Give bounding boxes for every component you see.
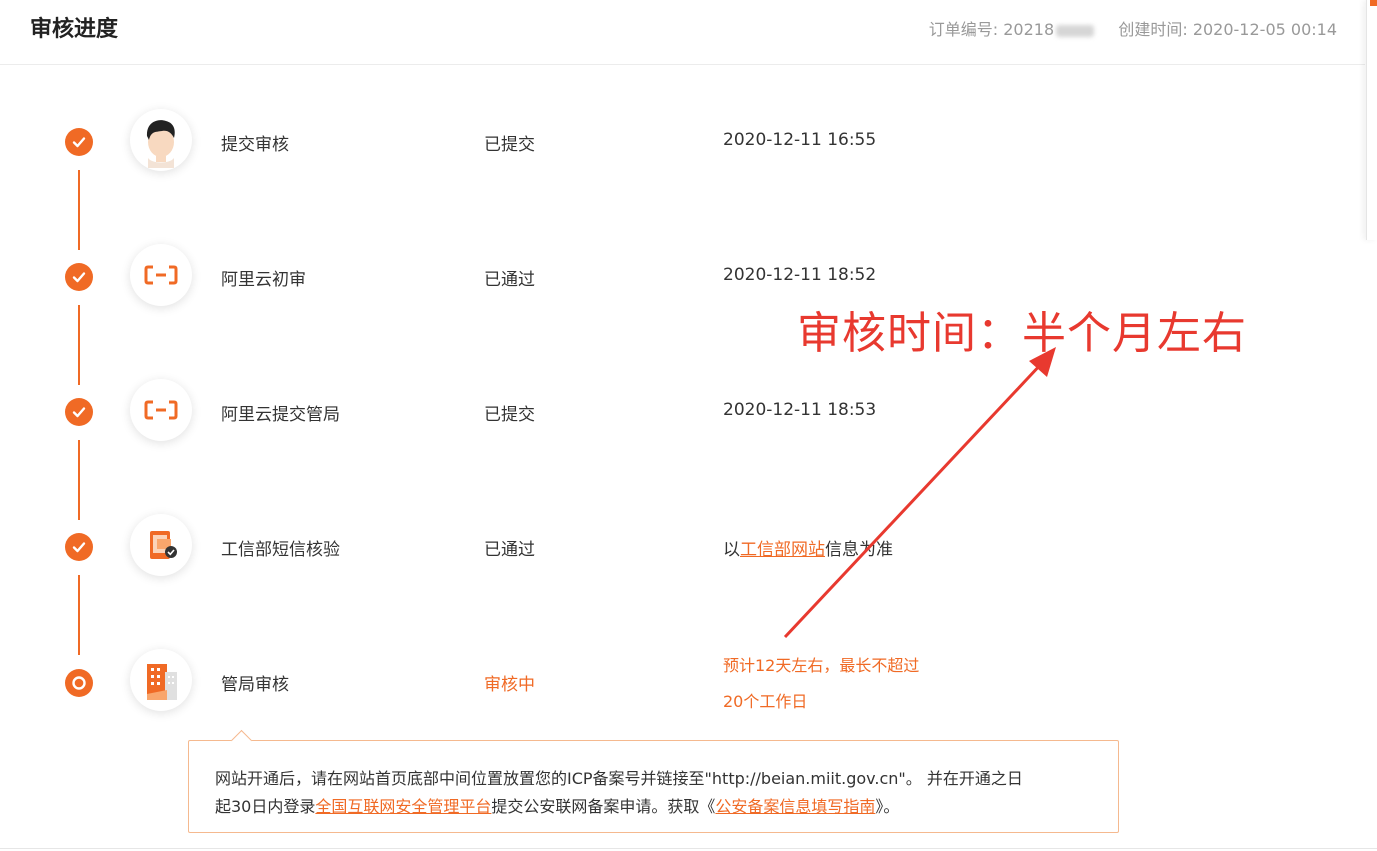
step-name: 阿里云提交管局: [221, 405, 340, 425]
step-status: 已提交: [484, 135, 535, 155]
notice-text: 》。: [875, 797, 900, 816]
order-label: 订单编号:: [928, 20, 999, 39]
timeline-connector: [78, 440, 80, 520]
step-info-prefix: 以: [723, 540, 740, 560]
timeline-connector: [78, 305, 80, 385]
miit-website-link[interactable]: 工信部网站: [740, 540, 825, 560]
user-avatar-icon: [130, 109, 192, 171]
step-time: 2020-12-11 18:52: [723, 265, 877, 285]
step-time: 2020-12-11 16:55: [723, 130, 877, 150]
timeline-connector: [78, 575, 80, 655]
step-complete-check-icon: [65, 263, 93, 291]
step-info-suffix: 信息为准: [825, 540, 893, 560]
step-status: 已通过: [484, 270, 535, 290]
annotation-arrow-icon: [783, 347, 1056, 639]
step-complete-check-icon: [65, 128, 93, 156]
side-panel-edge: [1366, 0, 1377, 240]
notice-caret: [230, 729, 253, 752]
building-icon: [130, 649, 192, 711]
sms-verify-icon: [130, 514, 192, 576]
step-in-progress-icon: [65, 669, 93, 697]
redacted-order-number: [1056, 24, 1095, 37]
order-meta: 订单编号: 20218 创建时间: 2020-12-05 00:14: [929, 16, 1337, 40]
notice-line-2: 起30日内登录全国互联网安全管理平台提交公安联网备案申请。获取《公安备案信息填写…: [215, 793, 899, 817]
page-header: 审核进度 订单编号: 20218 创建时间: 2020-12-05 00:14: [0, 0, 1365, 65]
notice-text: 起30日内登录: [215, 797, 316, 816]
aliyun-logo-icon: [130, 244, 192, 306]
eta-line: 20个工作日: [723, 692, 808, 711]
notice-line-1: 网站开通后，请在网站首页底部中间位置放置您的ICP备案号并链接至"http://…: [215, 769, 1023, 788]
step-name: 提交审核: [221, 135, 289, 155]
step-info: 以工信部网站信息为准: [723, 535, 893, 560]
page-title: 审核进度: [30, 17, 119, 42]
step-status: 已提交: [484, 405, 535, 425]
step-status: 审核中: [484, 675, 535, 695]
notice-text: 提交公安联网备案申请。获取《: [491, 797, 716, 816]
step-complete-check-icon: [65, 398, 93, 426]
created-label: 创建时间:: [1118, 20, 1188, 39]
annotation-text: 审核时间：半个月左右: [797, 308, 1247, 359]
step-status: 已通过: [484, 540, 535, 560]
bottom-divider: [0, 848, 1377, 849]
eta-line: 预计12天左右，最长不超过: [723, 656, 920, 675]
notice-box: 网站开通后，请在网站首页底部中间位置放置您的ICP备案号并链接至"http://…: [188, 729, 1119, 833]
step-name: 管局审核: [221, 675, 289, 695]
step-complete-check-icon: [65, 533, 93, 561]
created-time: 2020-12-05 00:14: [1192, 20, 1337, 39]
step-name: 阿里云初审: [221, 270, 306, 290]
timeline-connector: [78, 170, 80, 250]
step-time: 2020-12-11 18:53: [723, 400, 877, 420]
aliyun-logo-icon: [130, 379, 192, 441]
step-name: 工信部短信核验: [221, 540, 340, 560]
order-number: 20218: [1003, 20, 1055, 39]
security-platform-link[interactable]: 全国互联网安全管理平台: [315, 797, 491, 816]
security-guide-link[interactable]: 公安备案信息填写指南: [715, 797, 875, 816]
